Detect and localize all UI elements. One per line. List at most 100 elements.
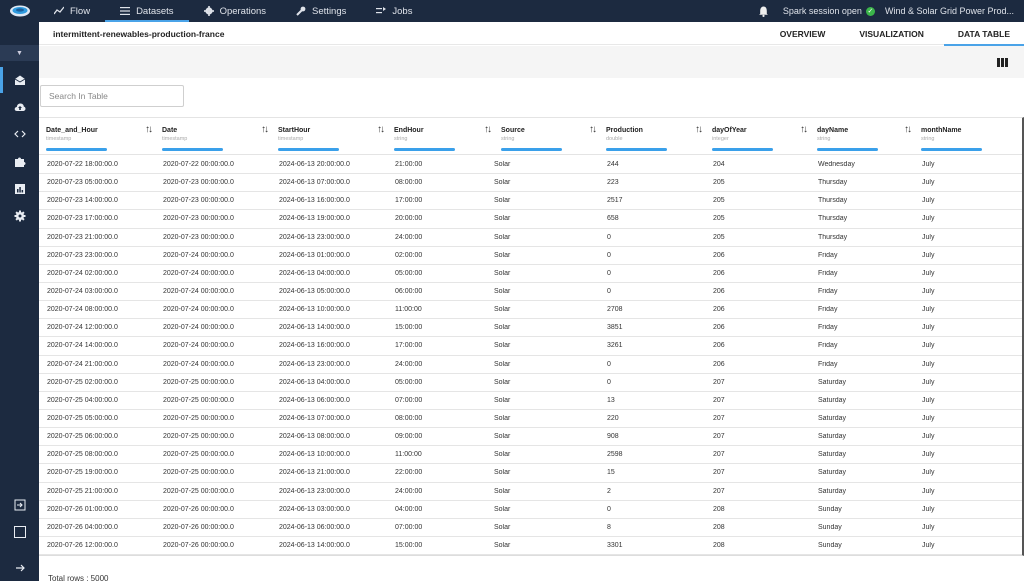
sort-icon[interactable]: ↑↓ [904,124,912,135]
sidebar-item-code[interactable] [0,121,39,147]
table-row[interactable]: 2020-07-25 05:00:00.0 2020-07-25 00:00:00… [39,410,1022,429]
table-cell: 2020-07-26 00:00:00.0 [163,542,234,550]
column-header[interactable]: dayOfYear integer ↑↓ [705,118,810,155]
sort-icon[interactable]: ↑↓ [484,124,492,135]
columns-icon[interactable] [997,58,1008,67]
table-row[interactable]: 2020-07-25 06:00:00.0 2020-07-25 00:00:00… [39,428,1022,447]
column-quality-bar [162,148,223,151]
column-type: timestamp [46,136,72,142]
sidebar-item-import[interactable] [0,492,39,518]
column-quality-bar [606,148,667,151]
sidebar-item-settings[interactable] [0,203,39,229]
table-row[interactable]: 2020-07-25 21:00:00.0 2020-07-25 00:00:00… [39,483,1022,501]
table-cell: Solar [494,233,511,241]
table-row[interactable]: 2020-07-24 14:00:00.0 2020-07-24 00:00:00… [39,337,1022,356]
table-row[interactable]: 2020-07-26 01:00:00.0 2020-07-26 00:00:00… [39,501,1022,519]
table-row[interactable]: 2020-07-26 04:00:00.0 2020-07-26 00:00:00… [39,519,1022,537]
table-cell: 2020-07-23 00:00:00.0 [163,197,234,205]
table-cell: 2024-06-13 23:00:00.0 [279,360,350,368]
project-name[interactable]: Wind & Solar Grid Power Prod... [885,6,1014,16]
table-cell: 2020-07-23 00:00:00.0 [163,179,234,187]
column-name: Production [606,127,643,134]
sidebar-item-reports[interactable] [0,176,39,202]
table-cell: 2024-06-13 20:00:00.0 [279,161,350,169]
column-header[interactable]: monthNamestring↑↓ [914,118,1022,155]
table-cell: Solar [494,342,511,350]
sidebar-item-extensions[interactable] [0,149,39,175]
table-cell: 2024-06-13 10:00:00.0 [279,451,350,459]
column-header[interactable]: Date timestamp ↑↓ [155,118,271,155]
sort-icon[interactable]: ↑↓ [695,124,703,135]
sidebar-item-upload[interactable] [0,94,39,120]
table-row[interactable]: 2020-07-23 23:00:00.0 2020-07-24 00:00:00… [39,247,1022,265]
sidebar-expand-button[interactable] [0,555,39,581]
nav-operations[interactable]: Operations [189,0,281,22]
sidebar-item-inbox[interactable] [0,67,39,93]
table-cell: 2598 [607,451,623,459]
sort-icon[interactable]: ↑↓ [800,124,808,135]
table-row[interactable]: 2020-07-25 04:00:00.0 2020-07-25 00:00:00… [39,392,1022,410]
table-row[interactable]: 2020-07-25 19:00:00.0 2020-07-25 00:00:00… [39,464,1022,483]
nav-jobs[interactable]: Jobs [361,0,427,22]
sort-icon[interactable]: ↑↓ [589,124,597,135]
table-cell: 205 [713,215,725,223]
table-row[interactable]: 2020-07-23 05:00:00.0 2020-07-23 00:00:00… [39,174,1022,193]
sort-icon[interactable]: ↑↓ [377,124,385,135]
table-row[interactable]: 2020-07-23 17:00:00.0 2020-07-23 00:00:00… [39,210,1022,229]
app-logo-icon[interactable] [8,3,32,19]
search-input[interactable] [40,85,184,107]
column-header[interactable]: dayName string ↑↓ [810,118,914,155]
tab-overview[interactable]: OVERVIEW [766,22,840,45]
table-row[interactable]: 2020-07-25 08:00:00.0 2020-07-25 00:00:00… [39,446,1022,465]
table-row[interactable]: 2020-07-24 12:00:00.0 2020-07-24 00:00:00… [39,319,1022,338]
table-row[interactable]: 2020-07-24 02:00:00.0 2020-07-24 00:00:00… [39,265,1022,283]
table-cell: 2024-06-13 10:00:00.0 [279,306,350,314]
table-cell: 206 [713,306,725,314]
table-cell: 2020-07-25 02:00:00.0 [47,378,118,386]
table-cell: Sunday [818,542,842,550]
tab-data-table[interactable]: DATA TABLE [943,22,1024,46]
column-header[interactable]: Source string ↑↓ [494,118,599,155]
column-type: string [394,136,408,142]
top-bar: Flow Datasets Operations Settings Jobs S… [0,0,1024,22]
sort-icon[interactable]: ↑↓ [261,124,269,135]
dataset-tabs: OVERVIEW VISUALIZATION DATA TABLE [760,22,1024,46]
table-row[interactable]: 2020-07-25 02:00:00.0 2020-07-25 00:00:00… [39,374,1022,392]
nav-flow[interactable]: Flow [39,0,105,22]
nav-settings[interactable]: Settings [281,0,361,22]
table-cell: Saturday [818,378,847,386]
gear-icon [203,6,214,16]
table-cell: 206 [713,288,725,296]
table-row[interactable]: 2020-07-24 08:00:00.0 2020-07-24 00:00:00… [39,301,1022,320]
column-header[interactable]: Production double ↑↓ [599,118,705,155]
puzzle-icon [14,157,25,167]
bell-icon[interactable] [758,6,769,17]
table-cell: Solar [494,487,511,495]
sidebar-item-square[interactable] [0,519,39,545]
table-cell: Friday [818,306,838,314]
table-row[interactable]: 2020-07-23 21:00:00.0 2020-07-23 00:00:00… [39,229,1022,247]
table-cell: 205 [713,179,725,187]
nav-datasets[interactable]: Datasets [105,0,189,22]
table-header: Date_and_Hour timestamp ↑↓ Date timestamp ↑↓ S… [39,118,1022,155]
table-row[interactable]: 2020-07-24 21:00:00.0 2020-07-24 00:00:00… [39,356,1022,374]
table-row[interactable]: 2020-07-24 03:00:00.0 2020-07-24 00:00:00… [39,283,1022,302]
spark-session-status: Spark session open ✓ [783,6,875,16]
table-cell: 2024-06-13 07:00:00.0 [279,179,350,187]
table-cell: 2020-07-24 02:00:00.0 [47,269,118,277]
column-header[interactable]: Date_and_Hour timestamp ↑↓ [39,118,155,155]
table-cell: Friday [818,269,838,277]
column-header[interactable]: StartHour timestamp ↑↓ [271,118,387,155]
sidebar-dropdown-toggle[interactable]: ▼ [0,45,39,61]
table-row[interactable]: 2020-07-26 12:00:00.0 2020-07-26 00:00:00… [39,537,1022,555]
sort-icon[interactable]: ↑↓ [145,124,153,135]
table-cell: Solar [494,306,511,314]
sign-in-icon [14,499,25,511]
table-cell: 223 [607,179,619,187]
column-header[interactable]: EndHour string ↑↓ [387,118,494,155]
table-cell: July [922,324,935,332]
tab-visualization[interactable]: VISUALIZATION [845,22,938,45]
table-row[interactable]: 2020-07-23 14:00:00.0 2020-07-23 00:00:00… [39,192,1022,211]
table-row[interactable]: 2020-07-22 18:00:00.0 2020-07-22 00:00:00… [39,156,1022,175]
table-row[interactable]: 2020-07-26 14:00:00.02020-07-26 00:00:00… [39,555,1024,556]
